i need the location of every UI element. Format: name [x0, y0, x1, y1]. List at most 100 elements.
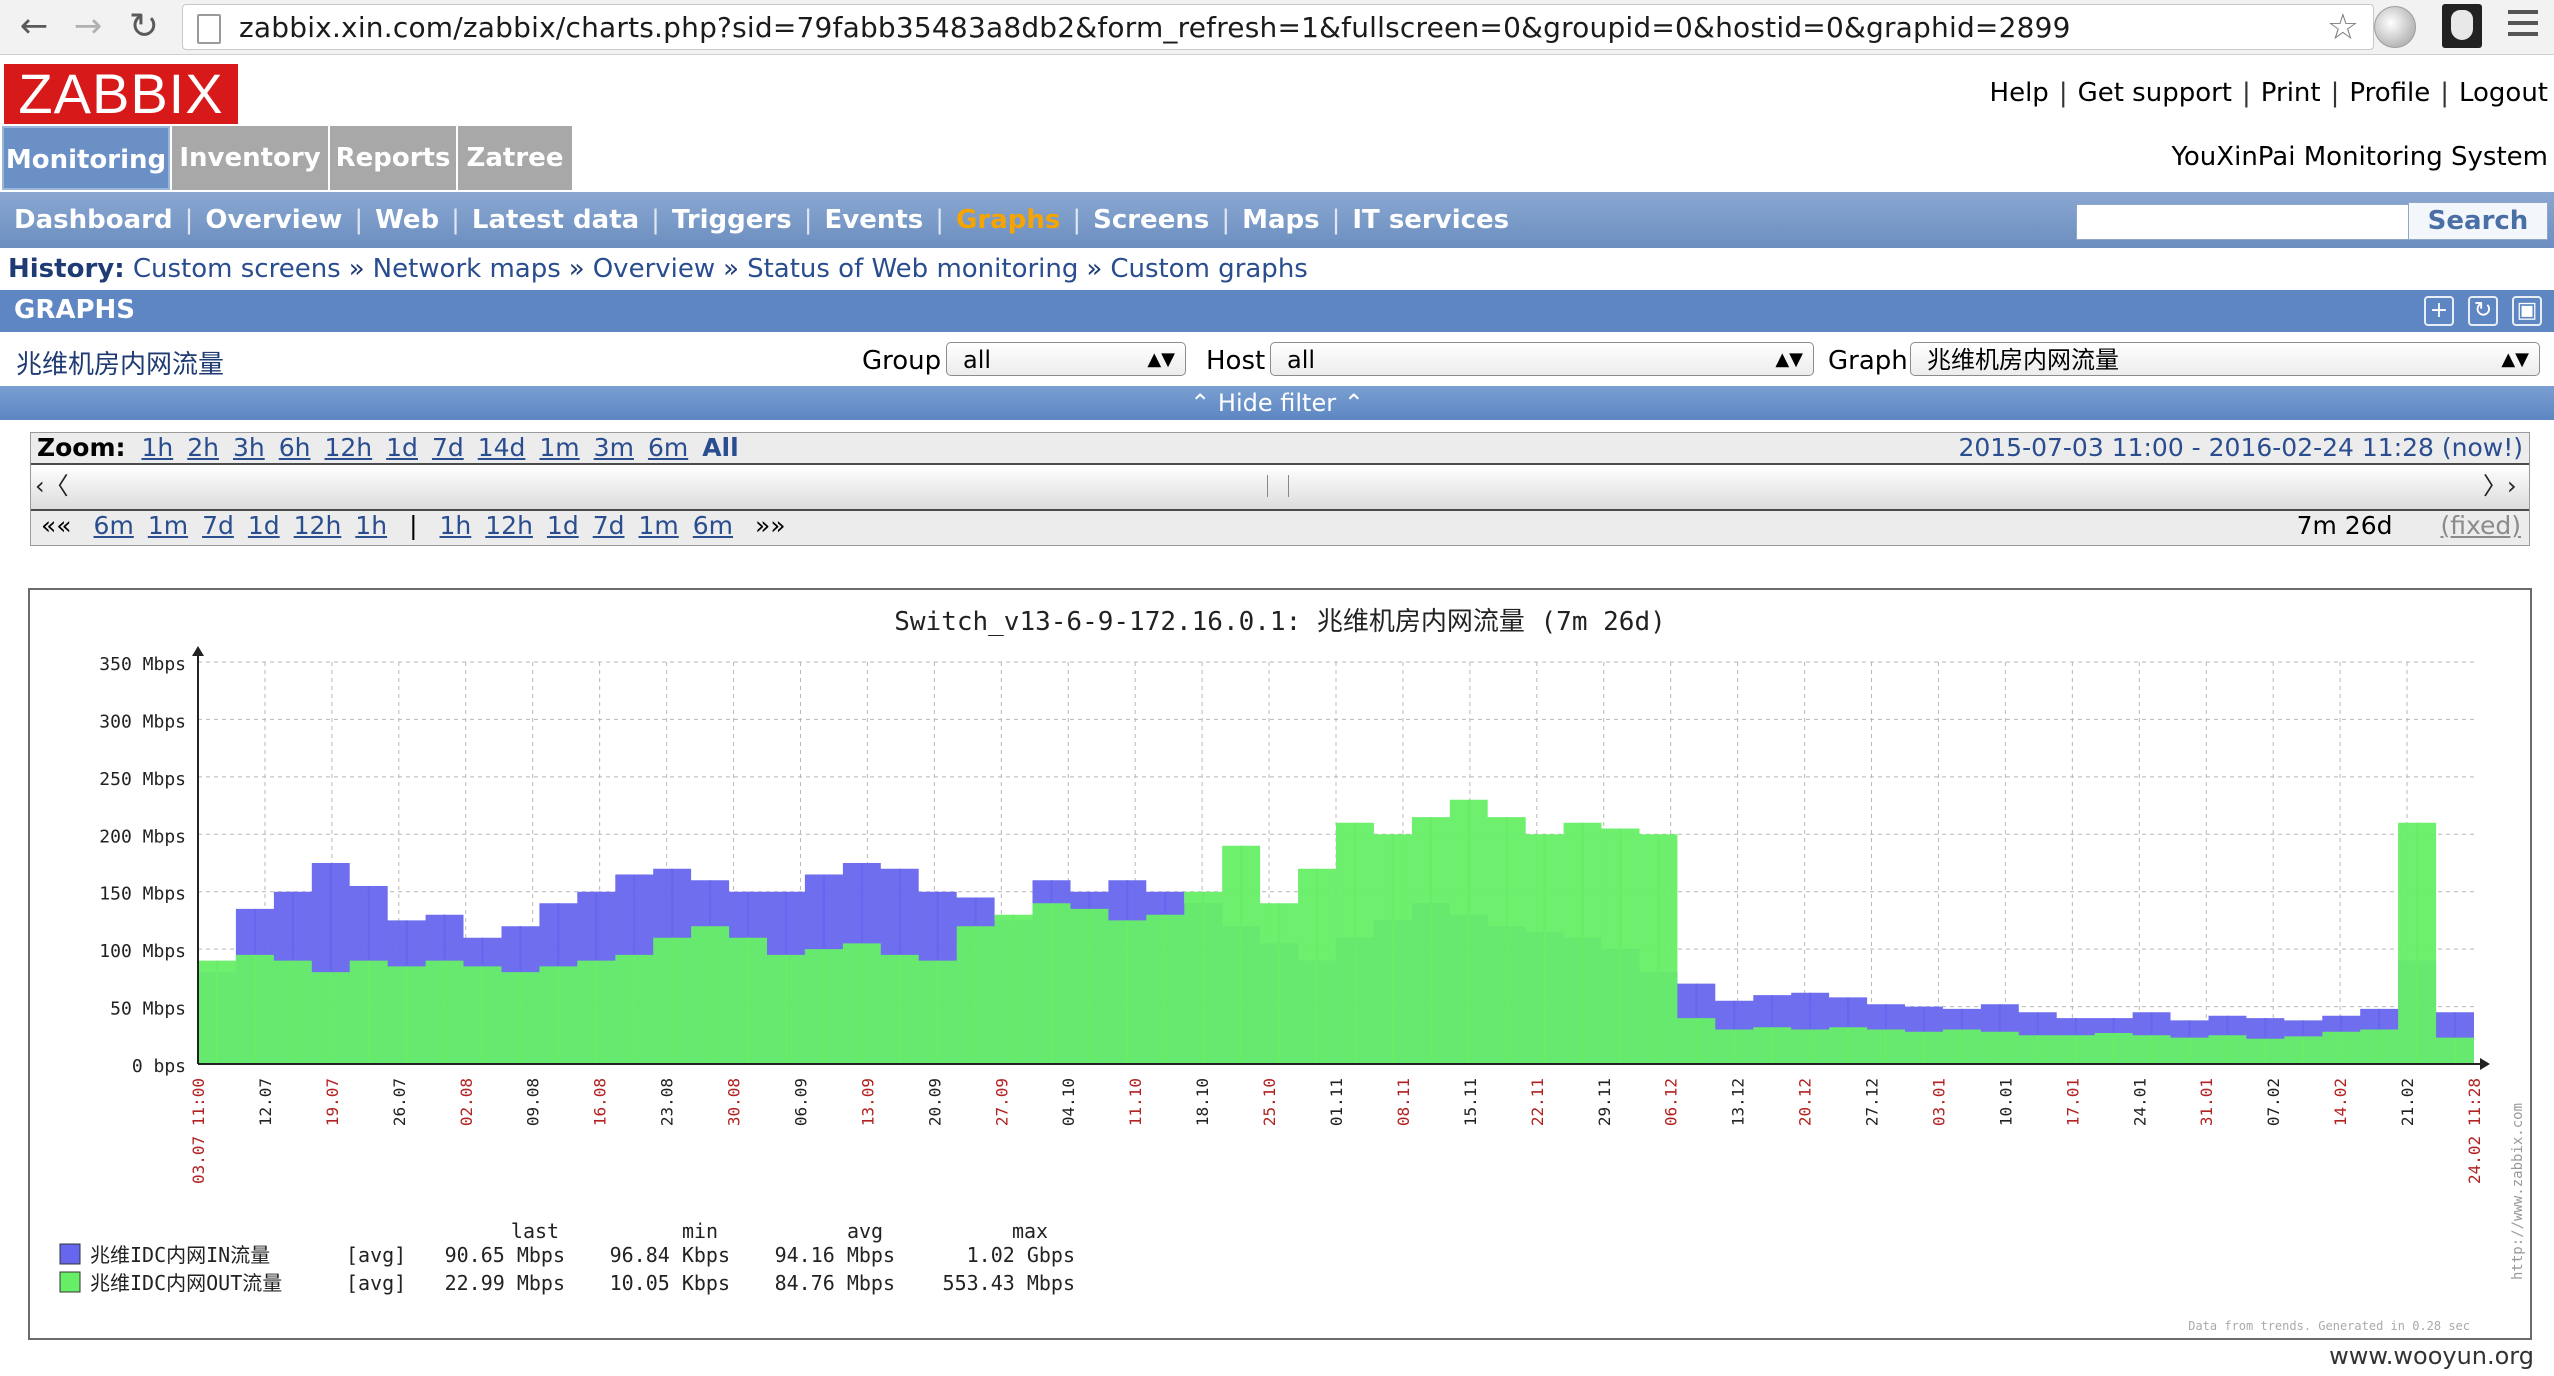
back-1d[interactable]: 1d [248, 511, 280, 540]
scroll-left-arrow-icon[interactable]: ‹〈 [35, 471, 69, 501]
submenu-overview[interactable]: Overview [205, 205, 342, 235]
zoom-1m[interactable]: 1m [539, 433, 579, 462]
submenu-events[interactable]: Events [824, 205, 923, 235]
submenu-it-services[interactable]: IT services [1352, 205, 1509, 235]
star-icon[interactable]: ☆ [2327, 7, 2359, 48]
legend-header: max [1012, 1219, 1048, 1243]
zoom-options: Zoom: 1h 2h 3h 6h 12h 1d 7d 14d 1m 3m 6m All [37, 433, 753, 462]
fixed-toggle-link[interactable]: (fixed) [2440, 511, 2521, 540]
host-label: Host [1206, 346, 1266, 376]
add-to-favourites-icon[interactable]: + [2424, 296, 2454, 326]
x-tick-label: 31.01 [2197, 1078, 2216, 1126]
x-tick-label: 30.08 [725, 1078, 744, 1126]
x-tick-label: 04.10 [1059, 1078, 1078, 1126]
submenu-dashboard[interactable]: Dashboard [14, 205, 173, 235]
refresh-icon[interactable]: ↻ [2468, 296, 2498, 326]
system-name: YouXinPai Monitoring System [2171, 142, 2548, 172]
zoom-6h[interactable]: 6h [279, 433, 311, 462]
watermark: www.wooyun.org [2329, 1342, 2534, 1370]
submenu-maps[interactable]: Maps [1242, 205, 1320, 235]
history-network-maps[interactable]: Network maps [373, 254, 561, 284]
menu-reports[interactable]: Reports [330, 126, 456, 190]
zoom-1h[interactable]: 1h [141, 433, 173, 462]
history-overview[interactable]: Overview [593, 254, 715, 284]
zoom-1d[interactable]: 1d [386, 433, 418, 462]
get-support-link[interactable]: Get support [2078, 78, 2232, 108]
period-range: 2015-07-03 11:00 - 2016-02-24 11:28 (now… [1958, 433, 2523, 462]
group-select[interactable]: all ▲▼ [946, 342, 1186, 376]
x-tick-label: 03.01 [1929, 1078, 1948, 1126]
forward-arrow-icon[interactable]: → [68, 6, 108, 46]
back-12h[interactable]: 12h [294, 511, 342, 540]
chart-footer-note: Data from trends. Generated in 0.28 sec [2188, 1319, 2470, 1333]
submenu-web[interactable]: Web [375, 205, 439, 235]
fullscreen-icon[interactable]: ▣ [2512, 296, 2542, 326]
search-button[interactable]: Search [2408, 202, 2548, 240]
history-custom-screens[interactable]: Custom screens [133, 254, 341, 284]
zoom-3m[interactable]: 3m [594, 433, 634, 462]
side-caption: http://www.zabbix.com [2510, 1103, 2526, 1280]
x-tick-label: 13.12 [1729, 1078, 1748, 1126]
hide-filter-toggle[interactable]: ⌃ Hide filter ⌃ [0, 386, 2554, 420]
zabbix-logo[interactable]: ZABBIX [4, 64, 238, 124]
submenu-latest-data[interactable]: Latest data [472, 205, 639, 235]
traffic-graph[interactable]: Switch_v13-6-9-172.16.0.1: 兆维机房内网流量 (7m … [30, 590, 2530, 1338]
zoom-12h[interactable]: 12h [325, 433, 373, 462]
menu-monitoring[interactable]: Monitoring [2, 126, 170, 190]
extension-icon[interactable] [2374, 6, 2416, 48]
menu-icon[interactable] [2508, 10, 2538, 43]
history-custom-graphs[interactable]: Custom graphs [1110, 254, 1308, 284]
chart-title: Switch_v13-6-9-172.16.0.1: 兆维机房内网流量 (7m … [894, 607, 1666, 637]
back-6m[interactable]: 6m [94, 511, 134, 540]
scroll-grip-icon[interactable] [1267, 475, 1289, 497]
fwd-1m[interactable]: 1m [638, 511, 678, 540]
back-1h[interactable]: 1h [355, 511, 387, 540]
zoom-3h[interactable]: 3h [233, 433, 265, 462]
print-link[interactable]: Print [2261, 78, 2321, 108]
zoom-6m[interactable]: 6m [648, 433, 688, 462]
zoom-14d[interactable]: 14d [478, 433, 526, 462]
x-tick-label: 10.01 [1996, 1078, 2015, 1126]
x-tick-label: 20.09 [925, 1078, 944, 1126]
menu-zatree[interactable]: Zatree [458, 126, 572, 190]
graph-panel: Switch_v13-6-9-172.16.0.1: 兆维机房内网流量 (7m … [28, 588, 2532, 1340]
scroll-right-arrow-icon[interactable]: 〉› [2483, 471, 2517, 501]
fwd-6m[interactable]: 6m [693, 511, 733, 540]
separator: | [2242, 78, 2251, 108]
search-input[interactable] [2076, 204, 2410, 240]
y-axis-arrow-icon [192, 646, 204, 656]
zoom-7d[interactable]: 7d [432, 433, 464, 462]
history-label: History: [8, 254, 125, 284]
user-mask-icon[interactable] [2442, 4, 2482, 48]
legend-series-name: 兆维IDC内网OUT流量 [90, 1271, 282, 1295]
fwd-12h[interactable]: 12h [485, 511, 533, 540]
logout-link[interactable]: Logout [2459, 78, 2548, 108]
back-7d[interactable]: 7d [202, 511, 234, 540]
fwd-7d[interactable]: 7d [593, 511, 625, 540]
x-tick-label: 06.09 [791, 1078, 810, 1126]
profile-link[interactable]: Profile [2349, 78, 2430, 108]
back-arrow-icon[interactable]: ← [14, 6, 54, 46]
x-tick-label: 08.11 [1394, 1078, 1413, 1126]
reload-icon[interactable]: ↻ [124, 6, 164, 47]
fwd-1h[interactable]: 1h [440, 511, 472, 540]
zoom-all[interactable]: All [702, 433, 739, 462]
submenu-screens[interactable]: Screens [1093, 205, 1209, 235]
fwd-1d[interactable]: 1d [547, 511, 579, 540]
history-status-web-monitoring[interactable]: Status of Web monitoring [747, 254, 1078, 284]
submenu-graphs[interactable]: Graphs [956, 205, 1060, 235]
back-1m[interactable]: 1m [148, 511, 188, 540]
menu-inventory[interactable]: Inventory [172, 126, 328, 190]
submenu-triggers[interactable]: Triggers [672, 205, 792, 235]
graph-label: Graph [1828, 346, 1908, 376]
host-select[interactable]: all ▲▼ [1270, 342, 1814, 376]
help-link[interactable]: Help [1990, 78, 2049, 108]
period-scrollbar[interactable]: ‹〈 〉› [31, 463, 2529, 511]
legend-swatch [59, 1271, 81, 1293]
address-bar[interactable]: zabbix.xin.com/zabbix/charts.php?sid=79f… [182, 4, 2374, 50]
zoom-2h[interactable]: 2h [187, 433, 219, 462]
url-text[interactable]: zabbix.xin.com/zabbix/charts.php?sid=79f… [239, 11, 2071, 44]
graph-select[interactable]: 兆维机房内网流量 ▲▼ [1910, 342, 2540, 376]
chevron-up-icon: ⌃ [1190, 389, 1211, 417]
legend-stat-value: 10.05 Kbps [610, 1271, 730, 1295]
